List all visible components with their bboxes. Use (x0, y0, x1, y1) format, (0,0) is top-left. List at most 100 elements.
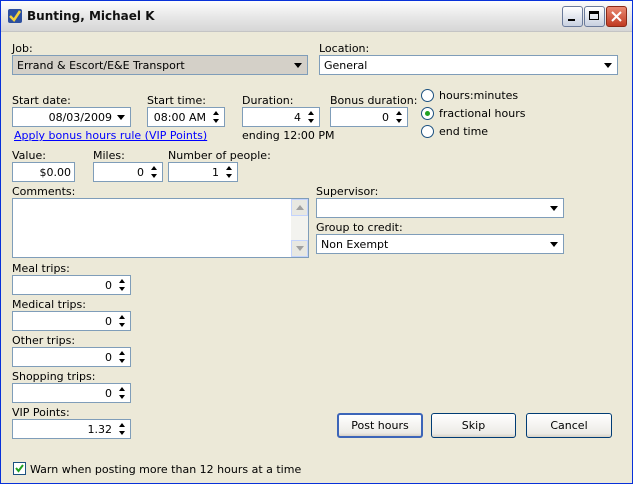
other-trips-input[interactable]: 0 (12, 347, 131, 367)
radio-end-time[interactable] (421, 125, 434, 138)
spin-up-icon[interactable] (115, 421, 129, 429)
spin-up-icon[interactable] (115, 313, 129, 321)
spin-down-icon[interactable] (222, 172, 236, 180)
spin-up-icon[interactable] (115, 349, 129, 357)
job-label: Job: (12, 42, 33, 55)
spin-down-icon[interactable] (115, 321, 129, 329)
warn-label[interactable]: Warn when posting more than 12 hours at … (30, 463, 301, 476)
medical-trips-spinner[interactable] (115, 313, 129, 329)
bonus-duration-input[interactable]: 0 (330, 107, 408, 127)
supervisor-dropdown-button[interactable] (546, 200, 562, 216)
spin-up-icon[interactable] (209, 109, 223, 117)
ending-time-text: ending 12:00 PM (242, 129, 335, 142)
people-label: Number of people: (168, 149, 271, 162)
comments-scrollbar[interactable] (291, 199, 308, 257)
spin-down-icon[interactable] (304, 117, 318, 125)
other-trips-spinner[interactable] (115, 349, 129, 365)
maximize-button[interactable] (584, 6, 605, 27)
medical-trips-input[interactable]: 0 (12, 311, 131, 331)
people-value: 1 (212, 166, 219, 179)
spin-down-icon[interactable] (115, 285, 129, 293)
scroll-up-button[interactable] (291, 199, 308, 216)
people-spinner[interactable] (222, 164, 236, 180)
spin-up-icon[interactable] (115, 385, 129, 393)
job-dropdown-button[interactable] (290, 57, 306, 73)
bonus-duration-value: 0 (382, 111, 389, 124)
start-date-value: 08/03/2009 (48, 111, 112, 124)
spin-down-icon[interactable] (115, 393, 129, 401)
medical-trips-label: Medical trips: (12, 298, 86, 311)
spin-down-icon[interactable] (147, 172, 161, 180)
chevron-down-icon (550, 206, 558, 211)
supervisor-label: Supervisor: (316, 185, 379, 198)
title-bar[interactable]: Bunting, Michael K (1, 1, 632, 32)
people-input[interactable]: 1 (168, 162, 238, 182)
spin-down-icon[interactable] (115, 357, 129, 365)
location-value: General (324, 59, 368, 72)
radio-fractional-hours[interactable] (421, 107, 434, 120)
cancel-button[interactable]: Cancel (526, 413, 612, 438)
warn-checkbox[interactable] (13, 462, 26, 475)
miles-label: Miles: (93, 149, 125, 162)
spin-down-icon[interactable] (115, 429, 129, 437)
spin-up-icon[interactable] (392, 109, 406, 117)
scroll-down-button[interactable] (291, 240, 308, 257)
close-icon (611, 11, 622, 22)
skip-button[interactable]: Skip (431, 413, 516, 438)
duration-label: Duration: (242, 94, 294, 107)
close-button[interactable] (606, 6, 627, 27)
location-label: Location: (319, 42, 370, 55)
shopping-trips-spinner[interactable] (115, 385, 129, 401)
start-time-spinner[interactable] (209, 109, 223, 125)
minimize-icon (568, 19, 575, 21)
start-time-input[interactable]: 08:00 AM (147, 107, 225, 127)
duration-spinner[interactable] (304, 109, 318, 125)
spin-up-icon[interactable] (147, 164, 161, 172)
start-date-picker[interactable]: 08/03/2009 (12, 107, 131, 127)
radio-end-time-label[interactable]: end time (439, 125, 488, 138)
value-input[interactable]: $0.00 (12, 162, 75, 182)
radio-fractional-hours-label[interactable]: fractional hours (439, 107, 525, 120)
miles-input[interactable]: 0 (93, 162, 163, 182)
post-hours-button[interactable]: Post hours (337, 413, 423, 438)
comments-textarea[interactable] (12, 198, 309, 258)
shopping-trips-value: 0 (105, 387, 112, 400)
duration-value: 4 (294, 111, 301, 124)
meal-trips-input[interactable]: 0 (12, 275, 131, 295)
duration-input[interactable]: 4 (242, 107, 320, 127)
bonus-duration-label: Bonus duration: (330, 94, 418, 107)
spin-down-icon[interactable] (392, 117, 406, 125)
job-select[interactable]: Errand & Escort/E&E Transport (12, 55, 308, 75)
shopping-trips-input[interactable]: 0 (12, 383, 131, 403)
bonus-duration-spinner[interactable] (392, 109, 406, 125)
group-select[interactable]: Non Exempt (316, 234, 564, 254)
location-dropdown-button[interactable] (600, 57, 616, 73)
group-dropdown-button[interactable] (546, 236, 562, 252)
medical-trips-value: 0 (105, 315, 112, 328)
spin-down-icon[interactable] (209, 117, 223, 125)
minimize-button[interactable] (562, 6, 583, 27)
start-date-label: Start date: (12, 94, 71, 107)
spin-up-icon[interactable] (222, 164, 236, 172)
chevron-down-icon (117, 115, 125, 120)
chevron-down-icon (604, 63, 612, 68)
spin-up-icon[interactable] (304, 109, 318, 117)
spin-up-icon[interactable] (115, 277, 129, 285)
miles-spinner[interactable] (147, 164, 161, 180)
window-title: Bunting, Michael K (27, 9, 155, 23)
chevron-down-icon (550, 242, 558, 247)
apply-bonus-link[interactable]: Apply bonus hours rule (VIP Points) (14, 129, 207, 142)
dialog-window: Bunting, Michael K Job: Errand & Escort/… (0, 0, 633, 484)
meal-trips-value: 0 (105, 279, 112, 292)
supervisor-select[interactable] (316, 198, 564, 218)
miles-value: 0 (137, 166, 144, 179)
vip-points-input[interactable]: 1.32 (12, 419, 131, 439)
meal-trips-spinner[interactable] (115, 277, 129, 293)
radio-hours-minutes[interactable] (421, 89, 434, 102)
value-value: $0.00 (39, 166, 72, 179)
vip-points-spinner[interactable] (115, 421, 129, 437)
comments-label: Comments: (12, 185, 76, 198)
location-select[interactable]: General (319, 55, 618, 75)
radio-hours-minutes-label[interactable]: hours:minutes (439, 89, 518, 102)
date-dropdown-button[interactable] (113, 109, 129, 125)
